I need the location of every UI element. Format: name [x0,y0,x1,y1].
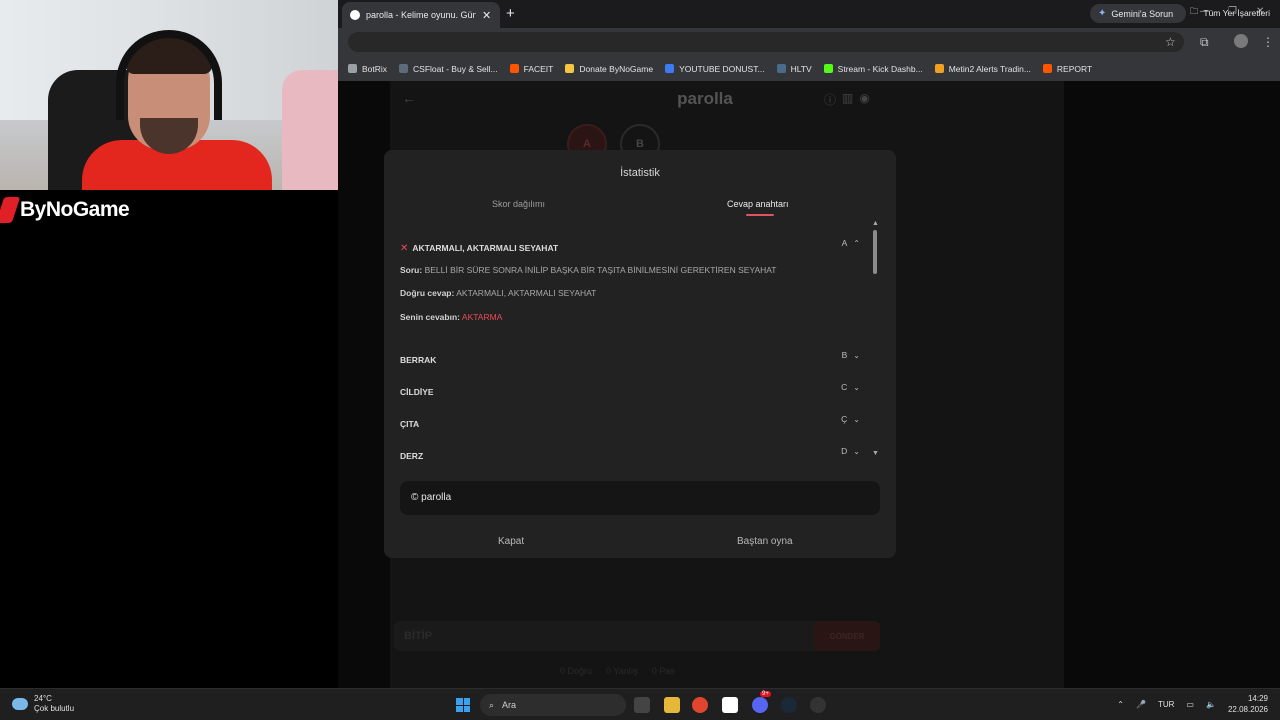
user-icon[interactable]: ◉ [859,91,869,108]
notification-badge: 9+ [760,691,771,697]
chevron-down-icon: ⌄ [853,350,860,360]
extensions-icon[interactable]: ⧉ [1200,35,1209,50]
bookmark-item[interactable]: YOUTUBE DONUST... [665,64,765,74]
bookmark-favicon-icon [348,64,357,73]
start-button[interactable] [456,698,470,712]
close-tab-icon[interactable]: ✕ [482,9,491,22]
game-title: parolla [677,89,733,108]
send-button[interactable]: GÖNDER [814,621,880,651]
bookmark-favicon-icon [399,64,409,73]
bookmark-favicon-icon [776,64,786,73]
question-text: Soru: BELLİ BİR SÜRE SONRA İNİLİP BAŞKA … [400,265,777,275]
address-bar[interactable] [348,32,1184,52]
chevron-down-icon: ⌄ [853,414,860,424]
restart-button[interactable]: Baştan oyna [737,536,793,547]
bookmark-item[interactable]: HLTV [776,64,812,74]
correct-answer: Doğru cevap: AKTARMALI, AKTARMALI SEYAHA… [400,288,597,298]
bookmark-star-icon[interactable]: ☆ [1165,35,1176,49]
chevron-down-icon: ⌄ [853,382,860,392]
toolbar: ☆ ⧉ ⋮ [338,28,1280,56]
header-icons: ⓘ ▥ ◉ [824,91,870,108]
clock[interactable]: 14:29 22.08.2026 [1228,693,1268,715]
tab-strip: parolla - Kelime oyunu. Günlük ✕ + ✦ Gem… [338,0,1280,28]
gemini-button[interactable]: ✦ Gemini'a Sorun [1090,4,1186,23]
bookmark-item[interactable]: FACEIT [509,64,553,74]
folder-icon: 🗀 [1189,6,1199,16]
file-explorer-icon[interactable] [664,697,680,713]
modal-title: İstatistik [620,167,660,179]
parolla-favicon-icon [350,10,360,20]
bookmark-item[interactable]: REPORT [1042,64,1092,74]
tab-title: parolla - Kelime oyunu. Günlük [366,10,476,20]
profile-avatar[interactable] [1234,34,1248,48]
scrollbar-thumb[interactable] [873,230,877,274]
scroll-down-icon[interactable]: ▼ [872,450,879,457]
bookmark-item[interactable]: Donate ByNoGame [565,64,653,74]
statistics-modal: İstatistik Skor dağılımı Cevap anahtarı … [384,150,896,558]
steam-icon[interactable] [781,697,797,713]
answer-row[interactable]: DERZ D ⌄ [400,446,864,460]
bookmark-favicon-icon [1042,64,1052,73]
tab-score-distribution[interactable]: Skor dağılımı [492,199,545,209]
browser-chrome: parolla - Kelime oyunu. Günlük ✕ + ✦ Gem… [338,0,1280,81]
chevron-up-icon[interactable]: ⌃ [1117,700,1124,709]
bookmark-favicon-icon [934,64,944,73]
volume-icon[interactable]: 🔈 [1206,700,1216,709]
bookmark-favicon-icon [665,64,675,73]
bookmark-favicon-icon [509,64,519,73]
bookmark-favicon-icon [565,64,575,73]
weather-widget[interactable]: 24°C Çok bulutlu [12,694,74,714]
taskbar-search[interactable]: ⌕ Ara [480,694,626,716]
bynogame-logo: ByNoGame [0,195,140,225]
footer-box: © parolla [400,481,880,515]
menu-icon[interactable]: ⋮ [1262,35,1274,49]
answer-row[interactable]: CİLDİYE C ⌄ [400,382,864,400]
browser-tab[interactable]: parolla - Kelime oyunu. Günlük ✕ [342,2,500,28]
answer-list: ✕ AKTARMALI, AKTARMALI SEYAHAT A ⌃ Soru: … [400,226,864,460]
cloud-icon [12,698,28,710]
system-tray: ⌃ 🎤 TUR ▭ 🔈 14:29 22.08.2026 [1117,693,1268,715]
tab-answer-key[interactable]: Cevap anahtarı [727,199,789,209]
answer-input[interactable]: BİTİP [394,621,880,651]
network-icon[interactable]: ▭ [1186,700,1194,709]
chevron-down-icon: ⌄ [853,446,860,456]
bookmark-item[interactable]: BotRix [348,64,387,74]
app-icon[interactable] [810,697,826,713]
bookmark-item[interactable]: Stream - Kick Dashb... [823,64,923,74]
answer-row-expanded[interactable]: ✕ AKTARMALI, AKTARMALI SEYAHAT A ⌃ [400,238,864,256]
close-button[interactable]: Kapat [498,536,524,547]
scroll-up-icon[interactable]: ▲ [872,220,879,227]
gemini-icon: ✦ [1098,8,1107,19]
bookmark-favicon-icon [823,64,833,73]
your-answer: Senin cevabın: AKTARMA [400,312,503,322]
app-icon[interactable] [722,697,738,713]
answer-row[interactable]: BERRAK B ⌄ [400,350,864,368]
game-stats: 0 Doğru 0 Yanlış 0 Pas [560,666,675,676]
active-tab-indicator [746,214,774,216]
language-indicator[interactable]: TUR [1158,700,1174,709]
chevron-up-icon: ⌃ [853,238,860,248]
wrong-icon: ✕ [400,243,409,254]
stats-icon[interactable]: ▥ [842,91,853,108]
bookmarks-bar: BotRix CSFloat - Buy & Sell... FACEIT Donat… [338,56,1280,81]
taskbar: 24°C Çok bulutlu ⌕ Ara 9+ ⌃ 🎤 TUR ▭ 🔈 14… [0,688,1280,720]
search-icon: ⌕ [489,699,495,710]
discord-icon[interactable] [752,697,768,713]
chrome-icon[interactable] [692,697,708,713]
microphone-icon[interactable]: 🎤 [1136,700,1146,709]
webcam-overlay [0,0,338,190]
back-arrow-icon[interactable]: ← [402,90,416,106]
all-bookmarks-button[interactable]: 🗀 Tüm Yer İşaretleri [1190,6,1270,20]
task-view-icon[interactable] [634,697,650,713]
info-icon[interactable]: ⓘ [824,91,836,108]
new-tab-button[interactable]: + [506,5,515,22]
bookmark-item[interactable]: Metin2 Alerts Tradin... [934,64,1031,74]
answer-row[interactable]: ÇITA Ç ⌄ [400,414,864,432]
bookmark-item[interactable]: CSFloat - Buy & Sell... [399,64,498,74]
